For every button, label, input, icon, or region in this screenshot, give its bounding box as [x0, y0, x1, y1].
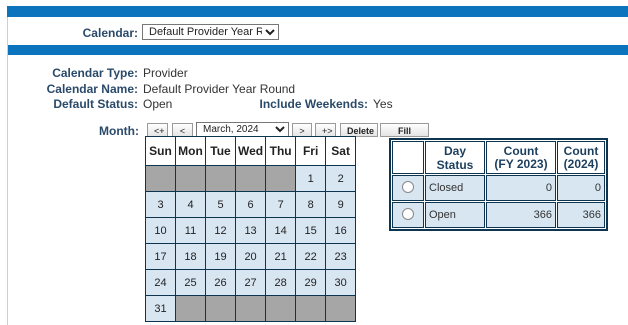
month-select[interactable]: March, 2024 — [196, 122, 289, 137]
calendar-day-cell[interactable]: 16 — [326, 218, 356, 243]
prev-month-button[interactable]: < — [172, 123, 193, 137]
calendar-week-row: 31 — [146, 296, 356, 321]
calendar-day-cell[interactable]: 2 — [326, 166, 356, 191]
calendar-empty-cell — [326, 296, 356, 321]
calendar-empty-cell — [206, 166, 235, 191]
weekday-header-row: Sun Mon Tue Wed Thu Fri Sat — [146, 137, 356, 165]
calendar-empty-cell — [176, 166, 205, 191]
calendar-day-cell[interactable]: 25 — [176, 270, 205, 295]
calendar-day-cell[interactable]: 8 — [296, 192, 326, 217]
calendar-empty-cell — [266, 296, 296, 321]
status-header-row: Day Status Count (FY 2023) Count (2024) — [392, 141, 605, 174]
status-row: Open 366 366 — [392, 202, 605, 228]
day-status-cell: Closed — [425, 175, 485, 201]
calendar-empty-cell — [236, 166, 266, 191]
calendar-day-cell[interactable]: 19 — [206, 244, 235, 269]
calendar-day-cell[interactable]: 27 — [236, 270, 266, 295]
calendar-day-cell[interactable]: 10 — [146, 218, 175, 243]
calendar-empty-cell — [176, 296, 205, 321]
delete-button[interactable]: Delete — [340, 123, 378, 137]
status-radio-button[interactable] — [402, 180, 414, 193]
count-2024-cell: 366 — [557, 202, 605, 228]
calendar-week-row: 17 18 19 20 21 22 23 — [146, 244, 356, 269]
status-radio-cell[interactable] — [392, 175, 424, 201]
weekday-header: Mon — [176, 137, 205, 165]
calendar-day-cell[interactable]: 22 — [296, 244, 326, 269]
calendar-week-row: 24 25 26 27 28 29 30 — [146, 270, 356, 295]
calendar-week-row: 10 11 12 13 14 15 16 — [146, 218, 356, 243]
calendar-day-cell[interactable]: 11 — [176, 218, 205, 243]
calendar-day-cell[interactable]: 17 — [146, 244, 175, 269]
calendar-empty-cell — [296, 296, 326, 321]
include-weekends-value: Yes — [373, 97, 393, 111]
calendar-empty-cell — [236, 296, 266, 321]
calendar-type-label: Calendar Type: — [52, 66, 138, 80]
weekday-header: Sun — [146, 137, 175, 165]
calendar-day-cell[interactable]: 30 — [326, 270, 356, 295]
calendar-name-value: Default Provider Year Round — [143, 82, 296, 96]
month-label: Month: — [99, 124, 139, 138]
calendar-day-cell[interactable]: 3 — [146, 192, 175, 217]
prev-year-button[interactable]: <+ — [147, 123, 168, 137]
count-fy2023-cell: 366 — [486, 202, 556, 228]
calendar-day-cell[interactable]: 6 — [236, 192, 266, 217]
month-calendar: Sun Mon Tue Wed Thu Fri Sat 1 2 3 4 5 6 7 8 9 10 1… — [145, 136, 357, 322]
count-2024-header: Count (2024) — [557, 141, 605, 174]
weekday-header: Tue — [206, 137, 235, 165]
calendar-day-cell[interactable]: 20 — [236, 244, 266, 269]
calendar-day-cell[interactable]: 24 — [146, 270, 175, 295]
calendar-day-cell[interactable]: 18 — [176, 244, 205, 269]
count-fy2023-header: Count (FY 2023) — [486, 141, 556, 174]
calendar-day-cell[interactable]: 29 — [296, 270, 326, 295]
status-radio-button[interactable] — [402, 207, 414, 220]
calendar-name-label: Calendar Name: — [46, 82, 138, 96]
next-month-button[interactable]: > — [292, 123, 312, 137]
calendar-day-cell[interactable]: 28 — [266, 270, 296, 295]
select-column-header — [392, 141, 424, 174]
calendar-day-cell[interactable]: 4 — [176, 192, 205, 217]
calendar-empty-cell — [266, 166, 296, 191]
next-year-button[interactable]: +> — [315, 123, 336, 137]
count-fy2023-cell: 0 — [486, 175, 556, 201]
weekday-header: Fri — [296, 137, 326, 165]
calendar-day-cell[interactable]: 13 — [236, 218, 266, 243]
include-weekends-label: Include Weekends: — [259, 97, 368, 111]
day-status-table: Day Status Count (FY 2023) Count (2024) … — [389, 138, 608, 231]
weekday-header: Sat — [326, 137, 356, 165]
calendar-day-cell[interactable]: 9 — [326, 192, 356, 217]
status-radio-cell[interactable] — [392, 202, 424, 228]
calendar-day-cell[interactable]: 12 — [206, 218, 235, 243]
weekday-header: Wed — [236, 137, 266, 165]
calendar-day-cell[interactable]: 7 — [266, 192, 296, 217]
calendar-select[interactable]: Default Provider Year Round — [142, 24, 279, 40]
calendar-week-row: 12 — [146, 166, 356, 191]
calendar-day-cell[interactable]: 15 — [296, 218, 326, 243]
fill-month-button[interactable]: Fill Month — [380, 123, 429, 150]
default-status-label: Default Status: — [53, 97, 138, 111]
count-2024-cell: 0 — [557, 175, 605, 201]
header-band — [7, 6, 628, 17]
weekday-header: Thu — [266, 137, 296, 165]
calendar-day-cell[interactable]: 5 — [206, 192, 235, 217]
calendar-day-cell[interactable]: 14 — [266, 218, 296, 243]
calendar-empty-cell — [206, 296, 235, 321]
calendar-day-cell[interactable]: 23 — [326, 244, 356, 269]
default-status-value: Open — [143, 97, 173, 111]
status-row: Closed 0 0 — [392, 175, 605, 201]
calendar-type-value: Provider — [143, 66, 188, 80]
calendar-day-cell[interactable]: 1 — [296, 166, 326, 191]
calendar-label: Calendar: — [82, 26, 138, 40]
day-status-header: Day Status — [425, 141, 485, 174]
calendar-day-cell[interactable]: 31 — [146, 296, 175, 321]
calendar-day-cell[interactable]: 21 — [266, 244, 296, 269]
calendar-empty-cell — [146, 166, 175, 191]
day-status-cell: Open — [425, 202, 485, 228]
calendar-day-cell[interactable]: 26 — [206, 270, 235, 295]
calendar-week-row: 3456789 — [146, 192, 356, 217]
